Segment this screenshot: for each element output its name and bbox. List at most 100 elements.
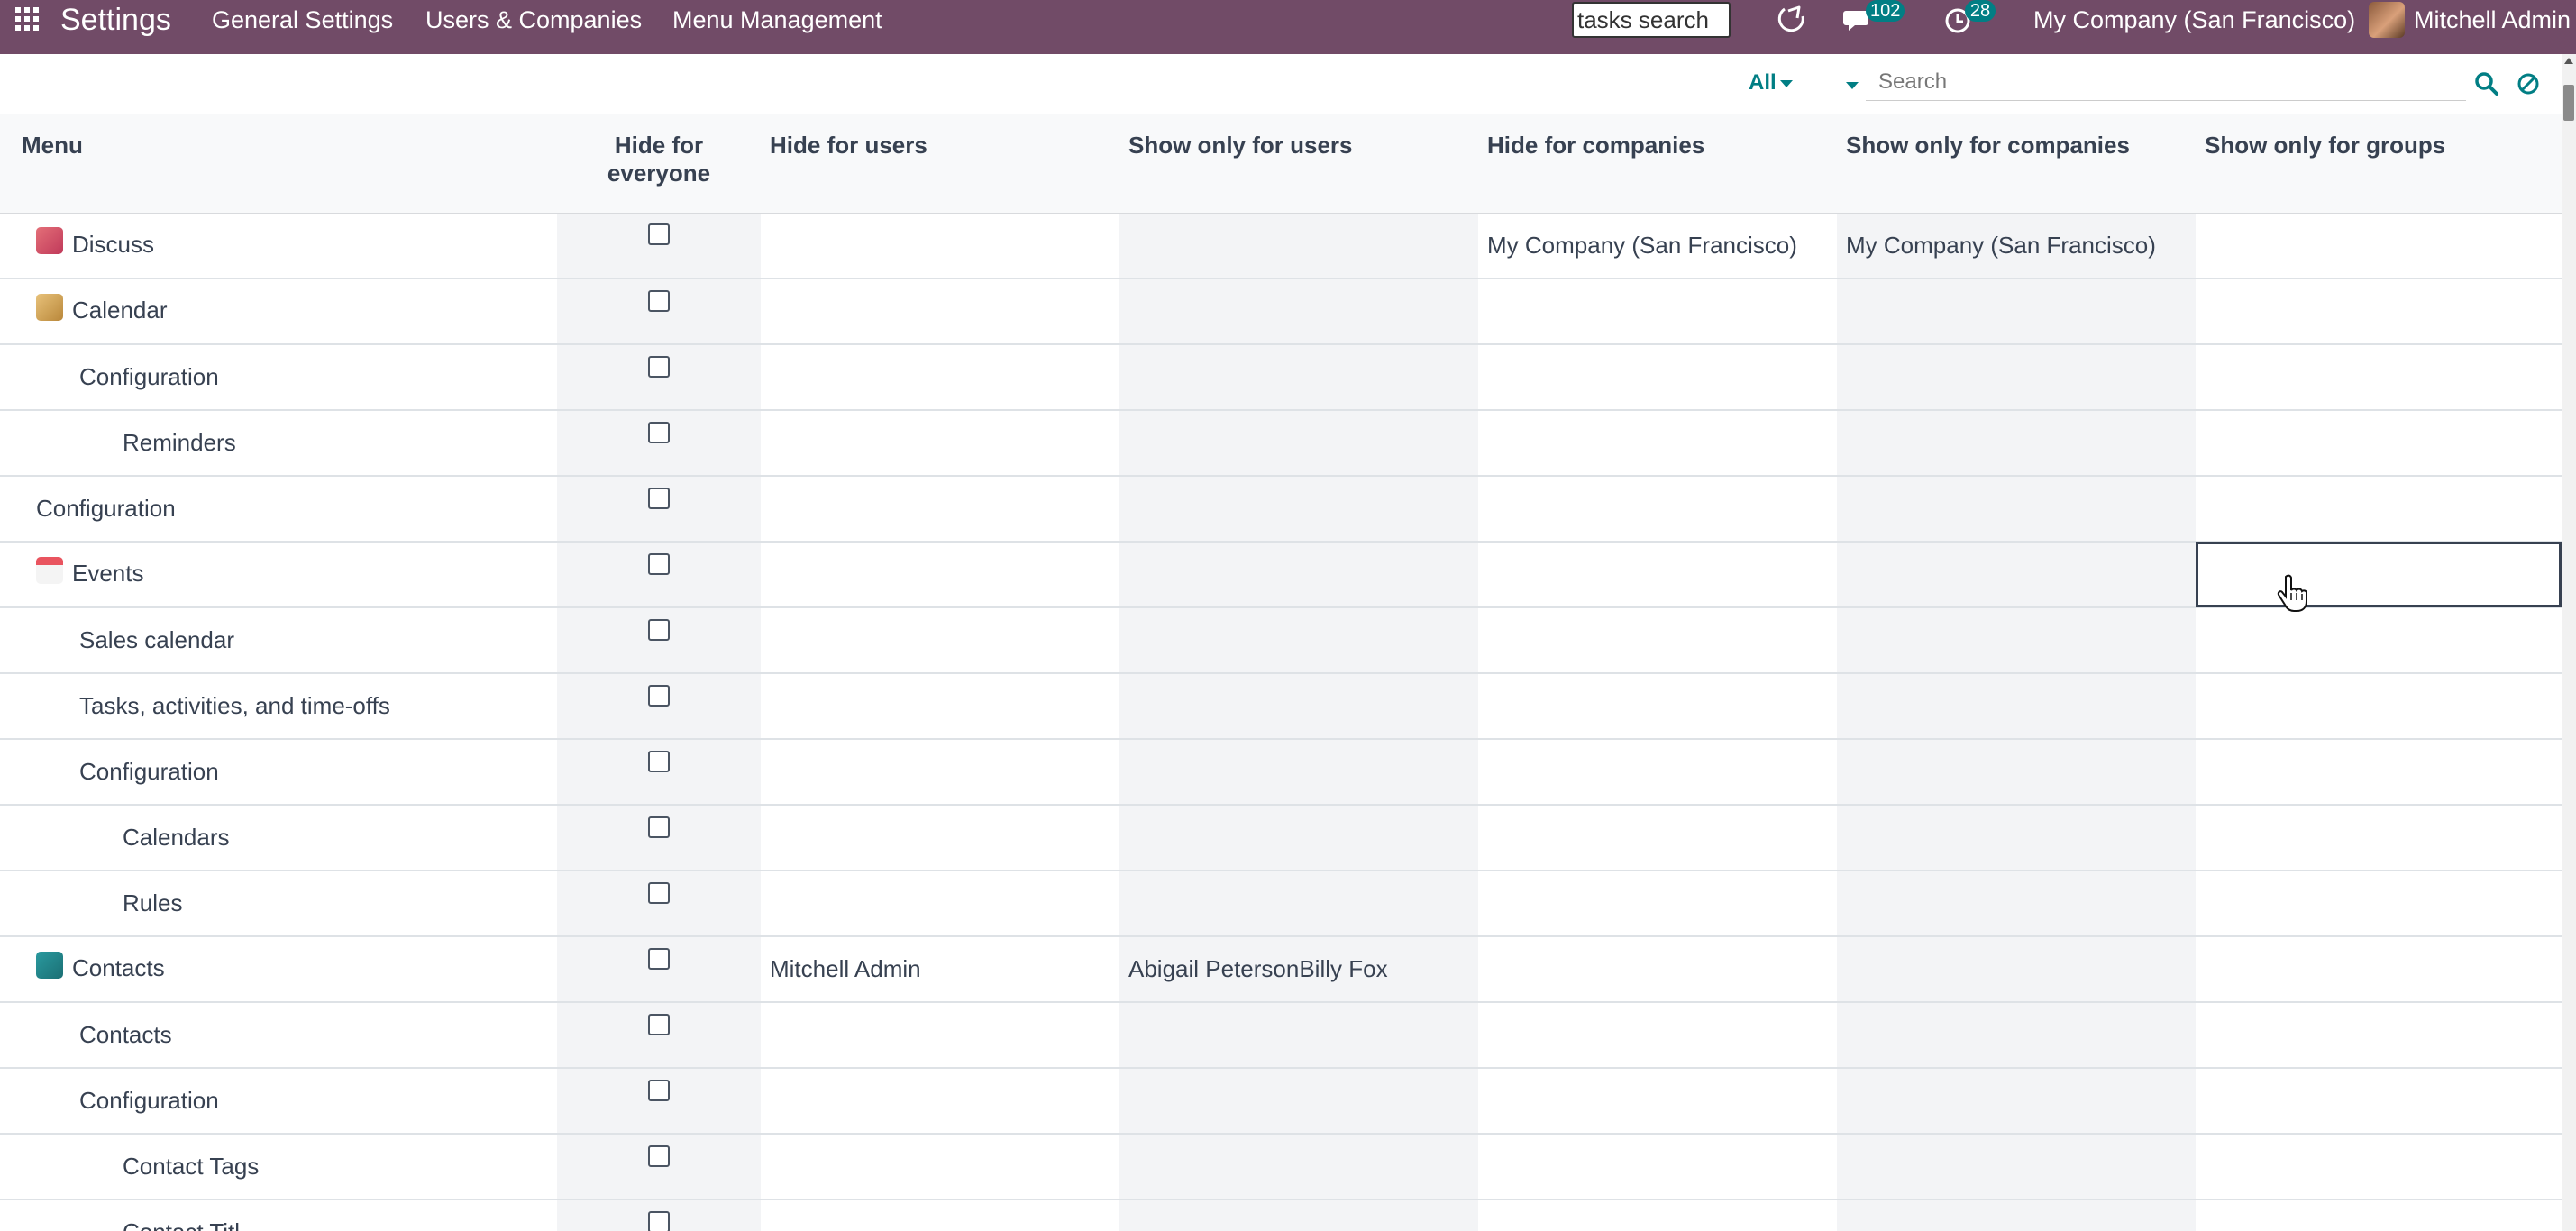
cell-show-users[interactable]: [1119, 278, 1478, 345]
cell-show-companies[interactable]: [1837, 1068, 2196, 1135]
cell-show-companies[interactable]: [1837, 871, 2196, 937]
cell-show-companies[interactable]: [1837, 805, 2196, 871]
user-avatar[interactable]: [2369, 2, 2405, 38]
cell-menu[interactable]: Discuss: [0, 213, 557, 279]
cell-menu[interactable]: Contacts: [0, 936, 557, 1003]
search-options-toggle[interactable]: [1842, 78, 1859, 94]
cell-show-groups[interactable]: [2196, 213, 2562, 279]
cell-menu[interactable]: Calendars: [0, 805, 557, 871]
cell-menu[interactable]: Tasks, activities, and time-offs: [0, 673, 557, 740]
cell-show-users[interactable]: [1119, 213, 1478, 279]
cell-hide-everyone[interactable]: [557, 476, 761, 543]
cell-hide-companies[interactable]: [1478, 542, 1837, 608]
user-menu[interactable]: Mitchell Admin: [2414, 0, 2571, 40]
cell-show-companies[interactable]: [1837, 344, 2196, 411]
hide-everyone-checkbox[interactable]: [648, 1013, 670, 1035]
messages-icon[interactable]: 102: [1842, 0, 1905, 36]
cell-show-companies[interactable]: [1837, 1134, 2196, 1200]
cell-show-groups[interactable]: [2196, 1068, 2562, 1135]
cell-hide-users[interactable]: [761, 1068, 1119, 1135]
table-row[interactable]: Calendar: [0, 278, 2562, 345]
table-row[interactable]: Configuration: [0, 1068, 2562, 1135]
hide-everyone-checkbox[interactable]: [648, 947, 670, 970]
app-title[interactable]: Settings: [60, 0, 171, 40]
cell-hide-everyone[interactable]: [557, 1002, 761, 1069]
cell-show-users[interactable]: [1119, 344, 1478, 411]
cell-show-users[interactable]: [1119, 871, 1478, 937]
hide-everyone-checkbox[interactable]: [648, 552, 670, 575]
cell-show-companies[interactable]: [1837, 542, 2196, 608]
cell-hide-companies[interactable]: [1478, 1002, 1837, 1069]
cell-show-groups[interactable]: [2196, 344, 2562, 411]
cell-hide-everyone[interactable]: [557, 607, 761, 674]
cell-menu[interactable]: Configuration: [0, 344, 557, 411]
hide-everyone-checkbox[interactable]: [648, 1144, 670, 1167]
cell-hide-companies[interactable]: [1478, 607, 1837, 674]
cell-hide-everyone[interactable]: [557, 410, 761, 477]
hide-everyone-checkbox[interactable]: [648, 421, 670, 443]
cell-hide-companies[interactable]: [1478, 1134, 1837, 1200]
cell-hide-companies[interactable]: [1478, 278, 1837, 345]
search-input[interactable]: [1866, 63, 2466, 101]
cell-show-groups[interactable]: [2196, 410, 2562, 477]
table-row[interactable]: Calendars: [0, 805, 2562, 871]
table-row[interactable]: Discuss My Company (San Francisco) My Comp…: [0, 213, 2562, 279]
cell-show-groups[interactable]: [2196, 936, 2562, 1003]
cell-hide-everyone[interactable]: [557, 1199, 761, 1231]
cell-menu[interactable]: Contact Titl: [0, 1199, 557, 1231]
search-icon[interactable]: [2473, 70, 2500, 97]
cell-show-groups[interactable]: [2196, 542, 2562, 608]
cell-show-users[interactable]: [1119, 410, 1478, 477]
cell-show-users[interactable]: Abigail PetersonBilly Fox: [1119, 936, 1478, 1003]
cell-hide-everyone[interactable]: [557, 805, 761, 871]
cell-hide-users[interactable]: [761, 344, 1119, 411]
col-header-hide-companies[interactable]: Hide for companies: [1478, 114, 1837, 214]
cell-show-users[interactable]: [1119, 1134, 1478, 1200]
cell-hide-users[interactable]: [761, 476, 1119, 543]
company-switcher[interactable]: My Company (San Francisco): [2033, 0, 2355, 40]
vertical-scrollbar[interactable]: [2562, 54, 2576, 1231]
col-header-show-companies[interactable]: Show only for companies: [1837, 114, 2196, 214]
hide-everyone-checkbox[interactable]: [648, 750, 670, 772]
cell-hide-users[interactable]: [761, 673, 1119, 740]
cell-menu[interactable]: Contact Tags: [0, 1134, 557, 1200]
cell-show-groups[interactable]: [2196, 805, 2562, 871]
menu-users-companies[interactable]: Users & Companies: [425, 0, 642, 40]
cell-hide-everyone[interactable]: [557, 871, 761, 937]
table-row[interactable]: Rules: [0, 871, 2562, 937]
cell-hide-users[interactable]: [761, 542, 1119, 608]
table-row[interactable]: Sales calendar: [0, 607, 2562, 674]
cell-show-companies[interactable]: [1837, 739, 2196, 806]
cell-hide-companies[interactable]: [1478, 410, 1837, 477]
cell-hide-users[interactable]: [761, 213, 1119, 279]
table-row[interactable]: Configuration: [0, 739, 2562, 806]
cell-hide-companies[interactable]: [1478, 1199, 1837, 1231]
cell-menu[interactable]: Events: [0, 542, 557, 608]
cell-menu[interactable]: Contacts: [0, 1002, 557, 1069]
cell-menu[interactable]: Configuration: [0, 1068, 557, 1135]
hide-everyone-checkbox[interactable]: [648, 816, 670, 838]
cell-show-users[interactable]: [1119, 673, 1478, 740]
cell-show-groups[interactable]: [2196, 739, 2562, 806]
cell-show-users[interactable]: [1119, 476, 1478, 543]
cell-hide-everyone[interactable]: [557, 739, 761, 806]
cell-hide-everyone[interactable]: [557, 673, 761, 740]
cell-show-groups[interactable]: [2196, 1134, 2562, 1200]
cell-show-groups[interactable]: [2196, 1199, 2562, 1231]
table-row[interactable]: Contacts: [0, 1002, 2562, 1069]
cell-show-users[interactable]: [1119, 739, 1478, 806]
cell-hide-companies[interactable]: My Company (San Francisco): [1478, 213, 1837, 279]
cell-show-companies[interactable]: [1837, 607, 2196, 674]
cell-show-companies[interactable]: [1837, 673, 2196, 740]
clear-filter-icon[interactable]: [2515, 70, 2542, 97]
cell-hide-everyone[interactable]: [557, 1134, 761, 1200]
cell-menu[interactable]: Calendar: [0, 278, 557, 345]
table-row[interactable]: Reminders: [0, 410, 2562, 477]
cell-menu[interactable]: Rules: [0, 871, 557, 937]
cell-show-users[interactable]: [1119, 1199, 1478, 1231]
col-header-show-users[interactable]: Show only for users: [1119, 114, 1478, 214]
cell-menu[interactable]: Configuration: [0, 476, 557, 543]
cell-show-groups[interactable]: [2196, 871, 2562, 937]
col-header-hide-users[interactable]: Hide for users: [761, 114, 1119, 214]
apps-grid-icon[interactable]: [15, 7, 39, 31]
